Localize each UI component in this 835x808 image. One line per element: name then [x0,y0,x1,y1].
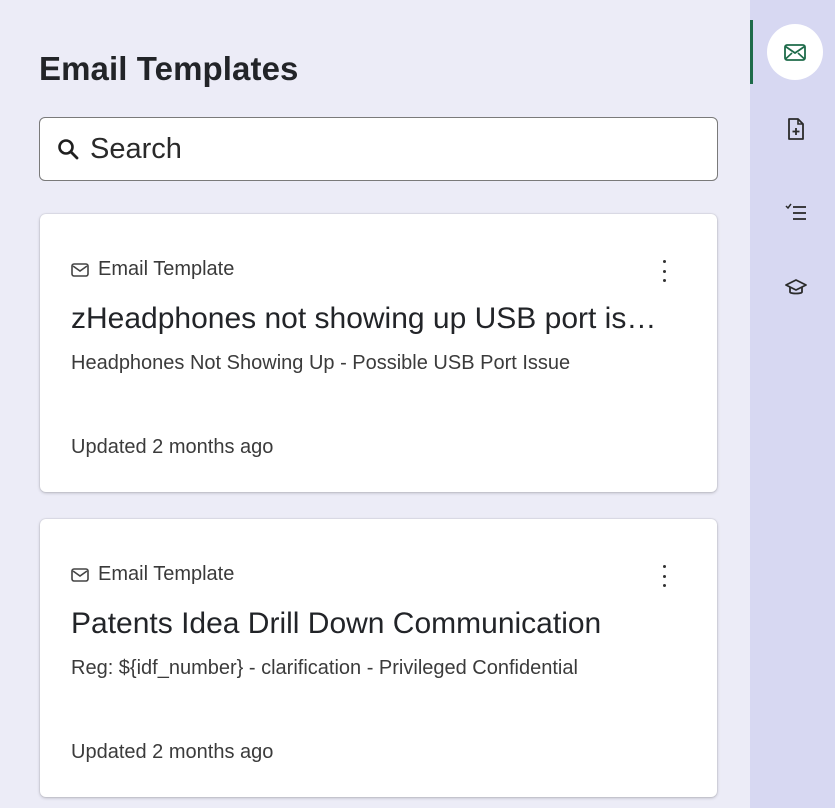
template-subject: Headphones Not Showing Up - Possible USB… [71,352,571,374]
app-window: Email Templates Email Template [0,0,835,808]
side-rail [750,0,835,808]
envelope-icon [71,567,89,582]
email-templates-panel: Email Templates Email Template [0,0,750,808]
envelope-icon [71,262,89,277]
updated-time: Updated 2 months ago [71,741,274,763]
card-kind-label: Email Template [98,563,235,585]
rail-item-email-templates[interactable] [767,24,823,80]
mail-template-icon [783,41,807,63]
template-card[interactable]: Email Template zHeadphones not showing u… [40,214,717,492]
card-kind: Email Template [71,563,234,586]
checklist-icon [785,203,807,221]
template-card[interactable]: Email Template Patents Idea Drill Down C… [40,519,717,797]
more-options-icon[interactable] [659,260,669,282]
rail-item-checklist[interactable] [772,188,820,236]
graduation-cap-icon [785,277,807,297]
rail-item-new-document[interactable] [772,105,820,153]
template-subject: Reg: ${idf_number} - clarification - Pri… [71,657,578,679]
card-kind: Email Template [71,258,234,281]
active-indicator [750,20,753,84]
new-document-icon [786,117,806,141]
search-box[interactable] [39,117,718,181]
rail-item-training[interactable] [772,263,820,311]
card-kind-label: Email Template [98,258,235,280]
template-name: zHeadphones not showing up USB port is… [71,302,657,335]
page-title: Email Templates [39,50,299,87]
search-input[interactable] [90,132,690,166]
search-icon [56,137,80,161]
updated-time: Updated 2 months ago [71,436,274,458]
more-options-icon[interactable] [659,565,669,587]
template-name: Patents Idea Drill Down Communication [71,607,602,640]
